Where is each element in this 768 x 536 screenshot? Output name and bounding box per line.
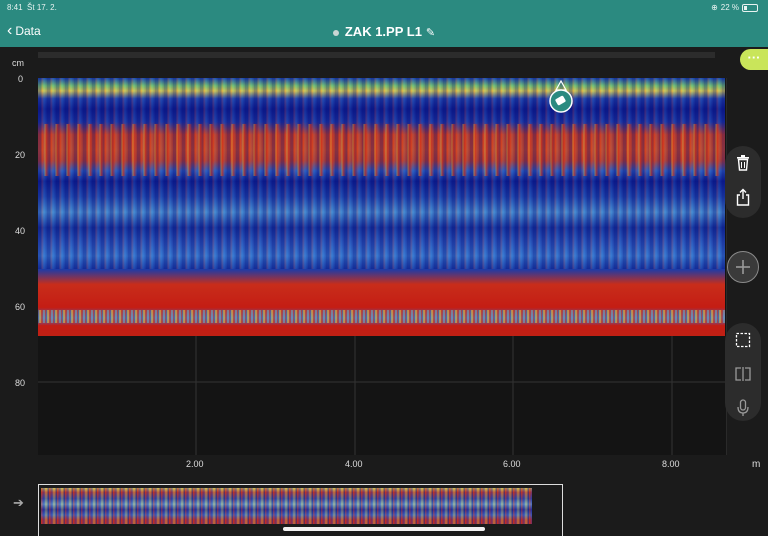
status-time: 8:41 Št 17. 2. xyxy=(7,3,57,12)
split-view-button[interactable] xyxy=(725,357,761,391)
battery-icon xyxy=(742,3,758,12)
tool-group-bottom xyxy=(725,323,761,421)
orientation-lock-icon: ⊕ xyxy=(711,3,718,12)
y-tick-label: 60 xyxy=(15,302,26,312)
status-date: Št 17. 2. xyxy=(27,3,57,12)
y-tick-label: 0 xyxy=(18,74,24,84)
selection-icon xyxy=(735,332,751,348)
y-tick-label: 40 xyxy=(15,226,26,236)
radargram-image[interactable] xyxy=(38,78,725,336)
status-dot xyxy=(332,29,339,36)
page-title: ZAK 1.PP L1 xyxy=(344,24,422,39)
x-tick-label: 6.00 xyxy=(503,459,521,469)
page-title-group: ZAK 1.PP L1 ✎ xyxy=(0,24,768,39)
share-button[interactable] xyxy=(725,180,761,214)
selection-button[interactable] xyxy=(725,323,761,357)
y-axis-unit: cm xyxy=(12,58,24,68)
microphone-button[interactable] xyxy=(725,391,761,425)
tool-group-top xyxy=(725,146,761,218)
y-tick-label: 80 xyxy=(15,378,26,388)
microphone-icon xyxy=(737,399,749,416)
arrow-right-icon[interactable]: ➔ xyxy=(13,495,24,511)
add-button[interactable] xyxy=(727,251,759,283)
y-tick-label: 20 xyxy=(15,150,26,160)
signal-strip xyxy=(38,52,715,58)
plus-icon xyxy=(736,260,750,274)
status-clock: 8:41 xyxy=(7,3,23,12)
pencil-icon[interactable]: ✎ xyxy=(426,26,435,39)
x-axis-unit: m xyxy=(752,459,761,470)
tag-icon xyxy=(549,79,573,113)
radargram-texture xyxy=(38,124,725,177)
radargram-texture xyxy=(38,310,725,324)
app-header: 8:41 Št 17. 2. ⊕ 22 % ‹ Data ZAK 1.PP L1… xyxy=(0,0,768,47)
status-indicators: ⊕ 22 % xyxy=(711,3,758,12)
x-tick-label: 8.00 xyxy=(662,459,680,469)
battery-percentage: 22 % xyxy=(720,3,739,12)
delete-button[interactable] xyxy=(725,146,761,180)
ellipsis-icon: ··· xyxy=(747,50,761,65)
share-icon xyxy=(736,188,750,206)
x-tick-label: 2.00 xyxy=(186,459,204,469)
home-indicator[interactable] xyxy=(283,527,485,531)
split-view-icon xyxy=(735,367,751,381)
more-button[interactable]: ··· xyxy=(740,49,768,70)
overview-thumbnail xyxy=(41,488,532,524)
trash-icon xyxy=(737,155,749,171)
x-tick-label: 4.00 xyxy=(345,459,363,469)
position-marker[interactable] xyxy=(548,79,574,114)
